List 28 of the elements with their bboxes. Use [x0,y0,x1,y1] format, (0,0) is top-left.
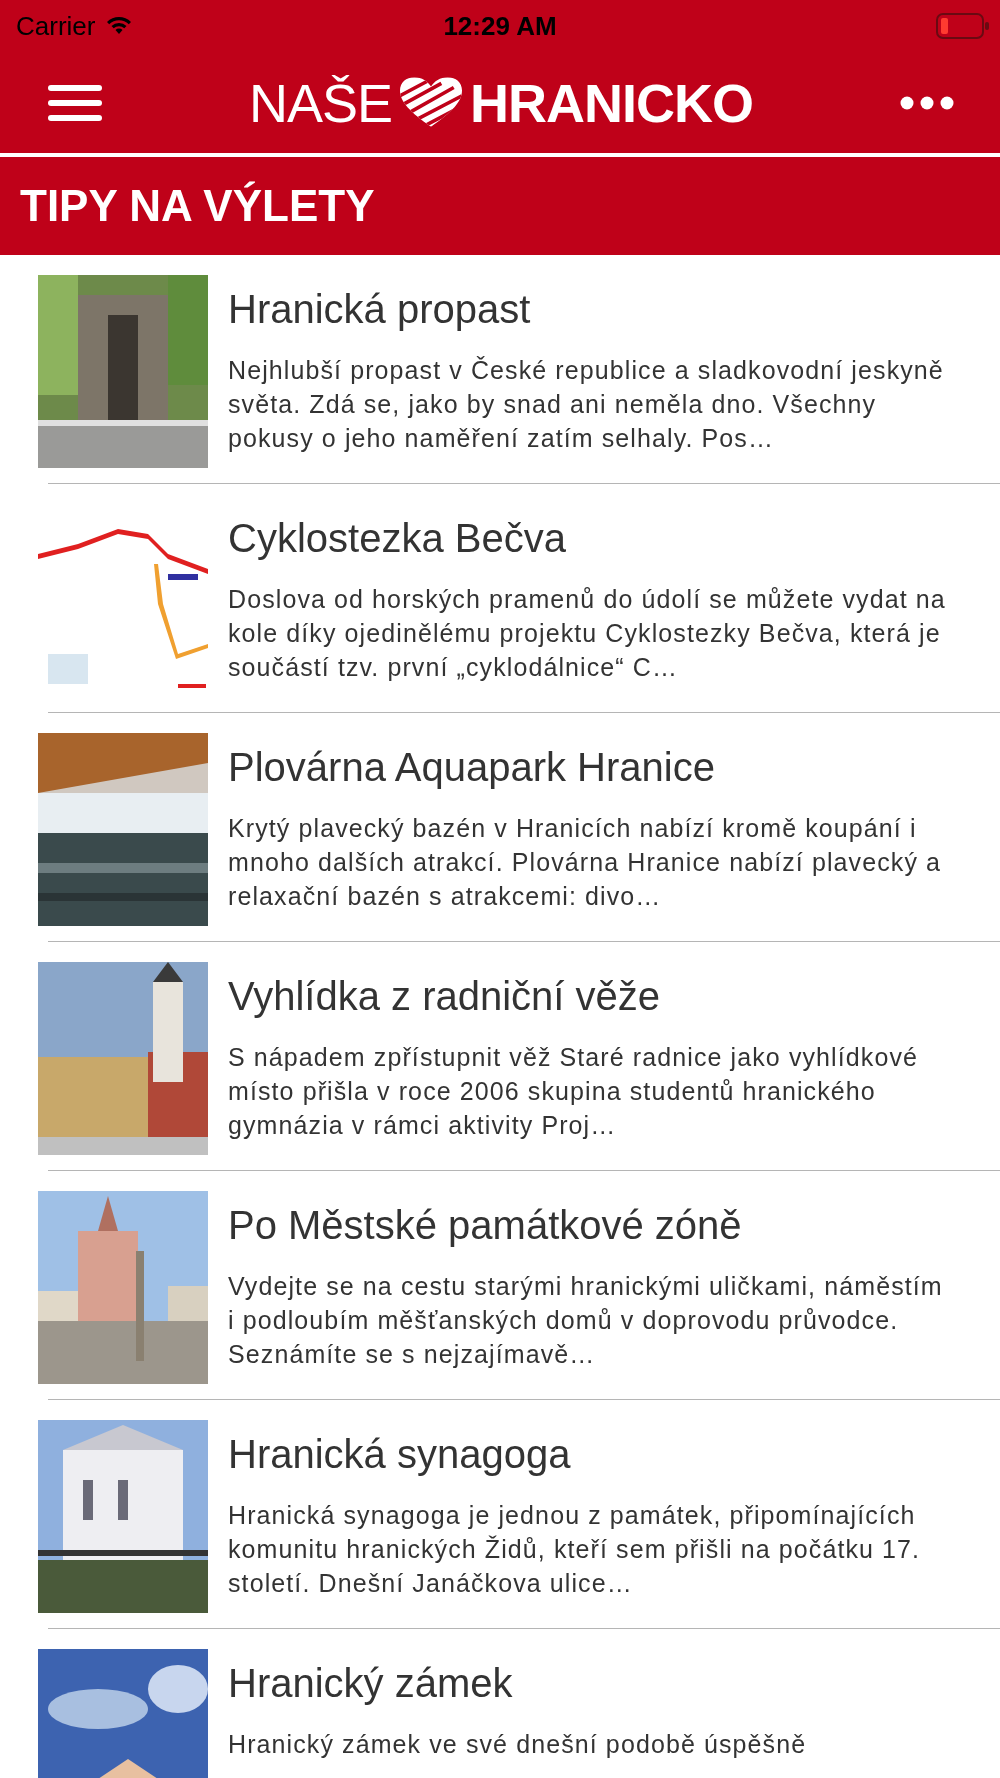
item-title: Cyklostezka Bečva [228,515,567,562]
list-item[interactable]: Po Městské památkové zóně Vydejte se na cestu starými hranickými uličkami, náměstím i podloubím měšťanských domů v doprovodu průvodce. Seznámíte se s nejzajímavě… [0,1171,1000,1400]
item-title: Hranická propast [228,286,532,333]
item-description: S nápadem zpřístupnit věž Staré radnice jako vyhlídkové místo přišla v roce 2006 skupina studentů hranického gymnázia v rámci aktivity Proj… [228,1042,919,1141]
section-title: TIPY NA VÝLETY [20,181,375,231]
more-icon[interactable] [900,95,954,110]
item-description: Vydejte se na cestu starými hranickými uličkami, náměstím i podloubím měšťanských domů v doprovodu průvodce. Seznámíte se s nejzajímavě… [228,1271,944,1370]
item-description: Nejhlubší propast v České republice a sladkovodní jeskyně světa. Zdá se, jako by snad ani neměla dno. Všechny pokusy o jeho naměření zatím selhaly. Pos… [228,355,945,454]
item-description: Doslova od horských pramenů do údolí se můžete vydat na kole díky ojedinělému projektu Cyklostezky Bečva, která je součástí tzv. první „cyklodálnice“ C… [228,584,947,683]
item-title: Hranická synagoga [228,1431,572,1478]
logo-text: HRANICKO [470,71,754,134]
status-time: 12:29 AM [443,10,557,42]
item-title: Hranický zámek [228,1660,514,1707]
list-item[interactable]: Cyklostezka Bečva Doslova od horských pramenů do údolí se můžete vydat na kole díky ojedinělému projektu Cyklostezky Bečva, která je součástí tzv. první „cyklodálnice“ C… [0,484,1000,713]
carrier-label: Carrier [16,10,96,42]
item-description: Hranický zámek ve své dnešní podobě úspěšně [228,1729,808,1760]
item-title: Vyhlídka z radniční věže [228,973,662,1020]
item-description: Hranická synagoga je jednou z památek, připomínajících komunitu hranických Židů, kteří sem přišli na počátku 17. století. Dnešní Janáčkova ulice… [228,1500,922,1599]
item-title: Po Městské památkové zóně [228,1202,743,1249]
list-item[interactable]: Vyhlídka z radniční věže S nápadem zpřístupnit věž Staré radnice jako vyhlídkové místo přišla v roce 2006 skupina studentů hranického gymnázia v rámci aktivity Proj… [0,942,1000,1171]
item-description: Krytý plavecký bazén v Hranicích nabízí kromě koupání i mnoho dalších atrakcí. Plovárna Hranice nabízí plavecký a relaxační bazén s atrakcemi: divo… [228,813,943,912]
logo-text: NAŠE [248,71,393,134]
battery-icon [936,13,990,39]
item-title: Plovárna Aquapark Hranice [228,744,716,791]
menu-icon[interactable] [48,82,102,123]
list-item[interactable]: Hranická synagoga Hranická synagoga je jednou z památek, připomínajících komunitu hranických Židů, kteří sem přišli na počátku 17. století. Dnešní Janáčkova ulice… [0,1400,1000,1629]
list-item[interactable]: Plovárna Aquapark Hranice Krytý plavecký bazén v Hranicích nabízí kromě koupání i mnoho dalších atrakcí. Plovárna Hranice nabízí plavecký a relaxační bazén s atrakcemi: divo… [0,713,1000,942]
list-item[interactable]: Hranická propast Nejhlubší propast v České republice a sladkovodní jeskyně světa. Zdá se, jako by snad ani neměla dno. Všechny pokusy o jeho naměření zatím selhaly. Pos… [0,255,1000,484]
